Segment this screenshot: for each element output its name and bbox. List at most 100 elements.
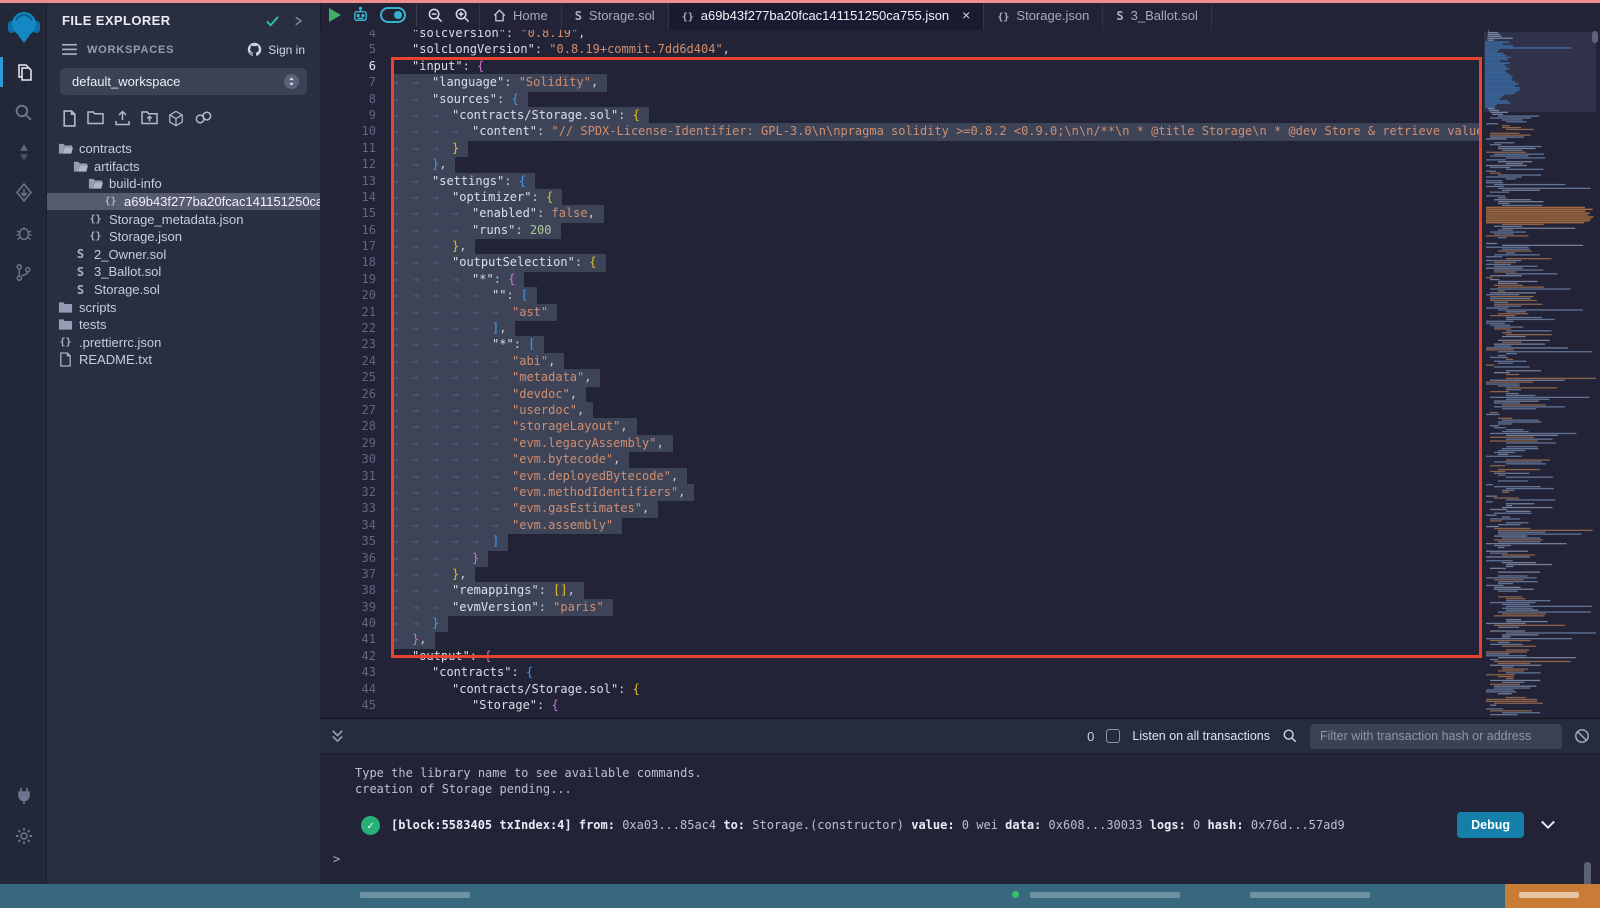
tab-label: 3_Ballot.sol <box>1131 8 1198 23</box>
sol-icon: S <box>575 8 582 23</box>
tx-log-text: [block:5583405 txIndex:4] from: 0xa03...… <box>391 818 1345 832</box>
tx-expand-chevron-icon[interactable] <box>1540 819 1556 831</box>
tree-item[interactable]: tests <box>47 316 320 334</box>
folder-open-icon <box>57 142 74 155</box>
new-file-icon[interactable] <box>62 110 77 127</box>
file-icon <box>57 352 74 367</box>
file-tree: contractsartifactsbuild-info{}a69b43f277… <box>47 140 320 369</box>
editor-tab[interactable]: {}a69b43f277ba20fcac141151250ca755.json× <box>669 0 985 30</box>
link-icon[interactable] <box>194 110 213 127</box>
line-number: 26 <box>320 386 376 402</box>
code-line: →→→"optimizer": { <box>392 189 1482 205</box>
new-folder-icon[interactable] <box>87 110 104 127</box>
explorer-check-icon <box>265 13 280 28</box>
robot-assistant-icon[interactable] <box>351 6 370 25</box>
terminal-search-icon[interactable] <box>1282 728 1298 744</box>
code-line: →→→→"runs": 200 <box>392 222 1482 238</box>
editor-tab[interactable]: Home <box>479 0 562 30</box>
cube-icon[interactable] <box>168 110 184 127</box>
close-tab-icon[interactable]: × <box>962 7 970 23</box>
sign-in-button[interactable]: Sign in <box>247 42 305 57</box>
editor-tab[interactable]: {}Storage.json <box>984 0 1103 30</box>
zoom-out-icon[interactable] <box>427 7 444 24</box>
tree-item-label: Storage.sol <box>94 282 160 297</box>
tree-item[interactable]: {}a69b43f277ba20fcac141151250ca7... <box>47 193 320 211</box>
code-line: →→→→→→"evm.gasEstimates", <box>392 500 1482 516</box>
tree-item[interactable]: S2_Owner.sol <box>47 246 320 264</box>
status-bar <box>0 884 1600 908</box>
rail-bottom-items <box>0 776 47 856</box>
folder-open-icon <box>72 160 89 173</box>
json-icon: {} <box>87 231 104 242</box>
rail-item-file-explorer[interactable] <box>0 52 47 92</box>
transaction-filter-input[interactable] <box>1310 724 1562 749</box>
tree-item[interactable]: scripts <box>47 298 320 316</box>
rail-item-plugin-manager[interactable] <box>0 776 47 816</box>
solidity-compiler-icon <box>16 143 32 162</box>
file-toolbar <box>62 110 320 127</box>
github-icon <box>247 42 262 57</box>
code-line: →→"settings": { <box>392 173 1482 189</box>
tree-item[interactable]: SStorage.sol <box>47 281 320 299</box>
tree-item[interactable]: build-info <box>47 175 320 193</box>
code-line: →→→→→→"evm.legacyAssembly", <box>392 435 1482 451</box>
settings-icon <box>15 827 33 845</box>
editor-tab[interactable]: SStorage.sol <box>562 0 669 30</box>
line-number: 16 <box>320 222 376 238</box>
rail-item-settings[interactable] <box>0 816 47 856</box>
rail-item-debugger[interactable] <box>0 212 47 252</box>
code-line: →→→→→→"ast" <box>392 304 1482 320</box>
workspaces-label: WORKSPACES <box>87 44 247 56</box>
zoom-in-icon[interactable] <box>454 7 471 24</box>
code-line: →→→→→→"metadata", <box>392 369 1482 385</box>
code-editor[interactable]: 4567891011121314151617181920212223242526… <box>320 30 1600 718</box>
rail-item-git[interactable] <box>0 252 47 292</box>
listen-transactions-checkbox[interactable] <box>1106 729 1120 743</box>
tree-item[interactable]: contracts <box>47 140 320 158</box>
hamburger-icon[interactable] <box>62 43 77 56</box>
tree-item[interactable]: {}Storage.json <box>47 228 320 246</box>
line-number: 14 <box>320 189 376 205</box>
terminal-collapse-icon[interactable] <box>330 728 345 744</box>
minimap[interactable] <box>1484 30 1596 718</box>
editor-tab-bar: HomeSStorage.sol{}a69b43f277ba20fcac1411… <box>320 0 1600 30</box>
tree-item[interactable]: {}.prettierrc.json <box>47 334 320 352</box>
editor-toggle-switch[interactable] <box>380 7 406 23</box>
clear-console-icon[interactable] <box>1574 728 1590 744</box>
rail-item-remix-logo[interactable] <box>0 0 47 52</box>
rail-item-deploy-run[interactable] <box>0 172 47 212</box>
line-number: 38 <box>320 582 376 598</box>
line-number: 22 <box>320 320 376 336</box>
code-line: →}, <box>392 631 1482 647</box>
file-explorer-icon <box>14 62 34 82</box>
rail-item-solidity-compiler[interactable] <box>0 132 47 172</box>
code-line: →→"language": "Solidity", <box>392 74 1482 90</box>
workspace-selector[interactable]: default_workspace <box>60 68 307 95</box>
tree-item[interactable]: {}Storage_metadata.json <box>47 210 320 228</box>
debug-button[interactable]: Debug <box>1457 812 1524 838</box>
rail-item-search[interactable] <box>0 92 47 132</box>
editor-scrollbar-thumb[interactable] <box>1592 31 1598 43</box>
tree-item[interactable]: S3_Ballot.sol <box>47 263 320 281</box>
editor-tab[interactable]: S3_Ballot.sol <box>1103 0 1211 30</box>
terminal-line: creation of Storage pending... <box>355 782 1600 796</box>
screenshot-top-border <box>0 0 1600 3</box>
terminal-body[interactable]: Type the library name to see available c… <box>320 754 1600 884</box>
plugin-manager-icon <box>15 787 33 805</box>
line-number: 20 <box>320 287 376 303</box>
line-number: 9 <box>320 107 376 123</box>
upload-folder-icon[interactable] <box>141 110 158 127</box>
upload-file-icon[interactable] <box>114 110 131 127</box>
editor-controls <box>321 0 479 30</box>
panel-collapse-chevron-icon[interactable] <box>292 15 304 27</box>
workspace-actions-icon[interactable] <box>283 73 300 90</box>
editor-lines: "solcVersion": "0.8.19","solcLongVersion… <box>392 30 1482 713</box>
tree-item[interactable]: README.txt <box>47 351 320 369</box>
terminal-prompt[interactable]: > <box>333 852 1600 866</box>
run-script-button[interactable] <box>329 8 341 22</box>
code-line: "contracts/Storage.sol": { <box>392 681 1482 697</box>
tree-item[interactable]: artifacts <box>47 158 320 176</box>
json-icon: {} <box>102 196 119 207</box>
code-line: →→→→"content": "// SPDX-License-Identifi… <box>392 123 1482 139</box>
code-line: →→→"contracts/Storage.sol": { <box>392 107 1482 123</box>
